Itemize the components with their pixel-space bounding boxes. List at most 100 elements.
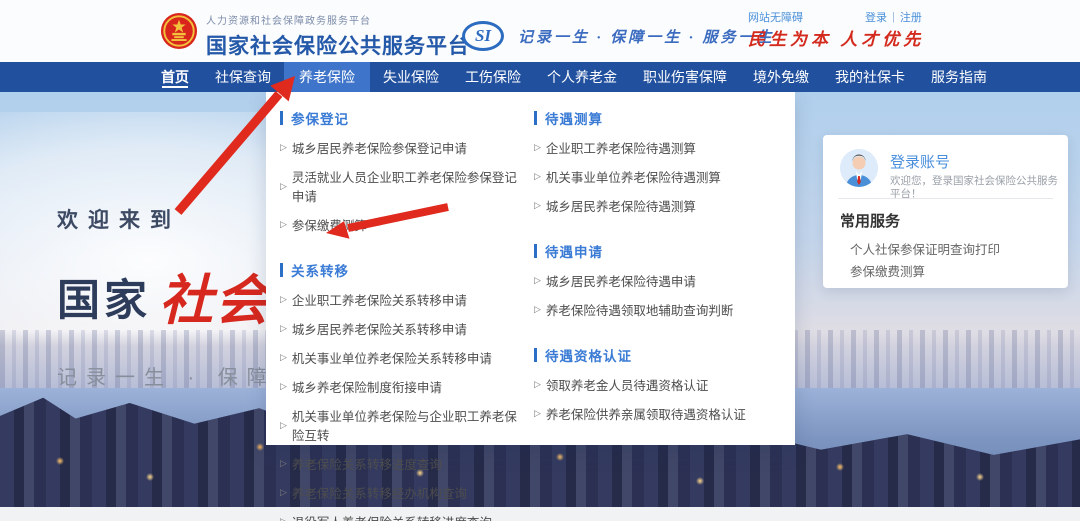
section-bar-icon — [280, 263, 283, 277]
nav-item-pension-insurance[interactable]: 养老保险 — [284, 62, 370, 92]
nav-item-my-social-card[interactable]: 我的社保卡 — [822, 62, 918, 92]
triangle-bullet-icon: ▷ — [534, 304, 541, 315]
triangle-bullet-icon: ▷ — [280, 323, 287, 334]
triangle-bullet-icon: ▷ — [280, 381, 287, 392]
nav-item-work-injury-insurance[interactable]: 工伤保险 — [452, 62, 534, 92]
page: 欢迎来到 国家社会保 记录一生 · 保障 人力资源和社会保障政务服务平台 国家社… — [0, 0, 1080, 521]
header-slogan: 记录一生 · 保障一生 · 服务一生 — [518, 26, 775, 47]
nav-item-personal-pension[interactable]: 个人养老金 — [534, 62, 630, 92]
section-bar-icon — [280, 111, 283, 125]
section-title: 待遇资格认证 — [545, 345, 632, 365]
menu-item[interactable]: ▷企业职工养老保险待遇测算 — [534, 138, 784, 157]
section-header: 待遇资格认证 — [534, 345, 784, 365]
triangle-bullet-icon: ▷ — [534, 275, 541, 286]
menu-item-label: 城乡居民养老保险关系转移申请 — [292, 319, 467, 338]
triangle-bullet-icon: ▷ — [280, 219, 287, 230]
bottom-strip — [0, 507, 1080, 521]
menu-item-label: 机关事业单位养老保险待遇测算 — [546, 167, 721, 186]
section-title: 待遇申请 — [545, 241, 603, 261]
triangle-bullet-icon: ▷ — [280, 181, 287, 192]
register-link[interactable]: 注册 — [900, 9, 922, 25]
nav-item-home[interactable]: 首页 — [148, 62, 202, 92]
triangle-bullet-icon: ▷ — [534, 379, 541, 390]
si-logo-icon: SI — [462, 21, 504, 51]
avatar — [840, 149, 878, 187]
si-block: SI 记录一生 · 保障一生 · 服务一生 — [462, 21, 775, 51]
login-services-card: 登录账号 欢迎您，登录国家社会保险公共服务平台！ 常用服务 个人社保参保证明查询… — [823, 135, 1068, 288]
card-divider — [838, 198, 1053, 199]
menu-item-label: 城乡居民养老保险参保登记申请 — [292, 138, 467, 157]
menu-item[interactable]: ▷ 养老保险供养亲属领取待遇资格认证 — [534, 404, 784, 423]
nav-item-occupational-injury[interactable]: 职业伤害保障 — [630, 62, 740, 92]
national-emblem-icon — [160, 12, 198, 50]
brand-block: 人力资源和社会保障政务服务平台 国家社会保险公共服务平台 — [206, 12, 470, 60]
login-link[interactable]: 登录 — [865, 9, 887, 25]
menu-item[interactable]: ▷ 养老保险关系转移经办机构查询 — [280, 483, 524, 502]
triangle-bullet-icon: ▷ — [280, 294, 287, 305]
section-daiyu-shenqing: 待遇申请 ▷ 城乡居民养老保险待遇申请 ▷ 养老保险待遇领取地辅助查询判断 — [534, 241, 784, 319]
menu-item-label: 城乡养老保险制度衔接申请 — [292, 377, 442, 396]
menu-item[interactable]: ▷养老保险关系转移进度查询 — [280, 454, 524, 473]
section-title: 参保登记 — [291, 108, 349, 128]
menu-item-label: 机关事业单位养老保险与企业职工养老保险互转 — [292, 406, 524, 444]
brand-small-title: 人力资源和社会保障政务服务平台 — [206, 12, 470, 27]
menu-item-label: 城乡居民养老保险待遇测算 — [546, 196, 696, 215]
section-daiyu-cesuan: 待遇测算 ▷企业职工养老保险待遇测算 ▷ 机关事业单位养老保险待遇测算 ▷ 城乡居民… — [534, 108, 784, 215]
menu-item[interactable]: ▷ 机关事业单位养老保险待遇测算 — [534, 167, 784, 186]
triangle-bullet-icon: ▷ — [280, 352, 287, 363]
section-header: 待遇申请 — [534, 241, 784, 261]
service-link-jiaofei-cesuan[interactable]: 参保缴费测算 — [850, 261, 925, 280]
pension-dropdown-menu: 参保登记 ▷ 城乡居民养老保险参保登记申请 ▷灵活就业人员企业职工养老保险参保登记… — [266, 92, 795, 445]
menu-item[interactable]: ▷ 机关事业单位养老保险与企业职工养老保险互转 — [280, 406, 524, 444]
triangle-bullet-icon: ▷ — [280, 142, 287, 153]
red-slogan: 民生为本 人才优先 — [748, 25, 924, 50]
user-avatar-icon — [840, 149, 878, 187]
triangle-bullet-icon: ▷ — [534, 171, 541, 182]
menu-item-label: 养老保险待遇领取地辅助查询判断 — [546, 300, 734, 319]
brand-title: 国家社会保险公共服务平台 — [206, 30, 470, 60]
menu-item-label: 机关事业单位养老保险关系转移申请 — [292, 348, 492, 367]
menu-item[interactable]: ▷ 领取养老金人员待遇资格认证 — [534, 375, 784, 394]
menu-item[interactable]: ▷ 机关事业单位养老保险关系转移申请 — [280, 348, 524, 367]
nav-item-shebao-query[interactable]: 社保查询 — [202, 62, 284, 92]
menu-item[interactable]: ▷ 参保缴费测算 — [280, 215, 524, 234]
menu-item[interactable]: ▷ 城乡居民养老保险待遇申请 — [534, 271, 784, 290]
nav-item-unemployment-insurance[interactable]: 失业保险 — [370, 62, 452, 92]
section-canbao-dengji: 参保登记 ▷ 城乡居民养老保险参保登记申请 ▷灵活就业人员企业职工养老保险参保登记… — [280, 108, 524, 234]
menu-item[interactable]: ▷ 城乡居民养老保险待遇测算 — [534, 196, 784, 215]
accessibility-link[interactable]: 网站无障碍 — [748, 9, 803, 25]
section-header: 关系转移 — [280, 260, 524, 280]
menu-item[interactable]: ▷ 养老保险待遇领取地辅助查询判断 — [534, 300, 784, 319]
menu-item-label: 养老保险供养亲属领取待遇资格认证 — [546, 404, 746, 423]
menu-item-label: 城乡居民养老保险待遇申请 — [546, 271, 696, 290]
section-title: 待遇测算 — [545, 108, 603, 128]
menu-item[interactable]: ▷灵活就业人员企业职工养老保险参保登记申请 — [280, 167, 524, 205]
link-divider: | — [892, 11, 895, 23]
common-services-title: 常用服务 — [840, 210, 900, 231]
triangle-bullet-icon: ▷ — [280, 420, 287, 431]
triangle-bullet-icon: ▷ — [534, 200, 541, 211]
menu-item[interactable]: ▷ 城乡养老保险制度衔接申请 — [280, 377, 524, 396]
triangle-bullet-icon: ▷ — [534, 408, 541, 419]
menu-item-label: 养老保险关系转移经办机构查询 — [292, 483, 467, 502]
nav-item-overseas-exemption[interactable]: 境外免缴 — [740, 62, 822, 92]
top-header: 人力资源和社会保障政务服务平台 国家社会保险公共服务平台 SI 记录一生 · 保… — [0, 0, 1080, 62]
menu-item[interactable]: ▷退役军人养老保险关系转移进度查询 — [280, 512, 524, 521]
section-bar-icon — [534, 348, 537, 362]
section-bar-icon — [534, 244, 537, 258]
dropdown-left-column: 参保登记 ▷ 城乡居民养老保险参保登记申请 ▷灵活就业人员企业职工养老保险参保登记… — [280, 108, 524, 521]
section-header: 参保登记 — [280, 108, 524, 128]
service-link-canbao-zhengming[interactable]: 个人社保参保证明查询打印 — [850, 239, 1000, 258]
menu-item[interactable]: ▷ 城乡居民养老保险参保登记申请 — [280, 138, 524, 157]
nav-item-service-guide[interactable]: 服务指南 — [918, 62, 1000, 92]
menu-item-label: 参保缴费测算 — [292, 215, 367, 234]
login-account-link[interactable]: 登录账号 — [890, 151, 950, 172]
menu-item-label: 退役军人养老保险关系转移进度查询 — [292, 512, 492, 521]
triangle-bullet-icon: ▷ — [280, 487, 287, 498]
menu-item[interactable]: ▷ 城乡居民养老保险关系转移申请 — [280, 319, 524, 338]
menu-item-label: 领取养老金人员待遇资格认证 — [546, 375, 709, 394]
dropdown-right-column: 待遇测算 ▷企业职工养老保险待遇测算 ▷ 机关事业单位养老保险待遇测算 ▷ 城乡居民… — [534, 108, 784, 433]
menu-item[interactable]: ▷企业职工养老保险关系转移申请 — [280, 290, 524, 309]
section-bar-icon — [534, 111, 537, 125]
top-links: 网站无障碍 登录 | 注册 — [748, 9, 1048, 25]
